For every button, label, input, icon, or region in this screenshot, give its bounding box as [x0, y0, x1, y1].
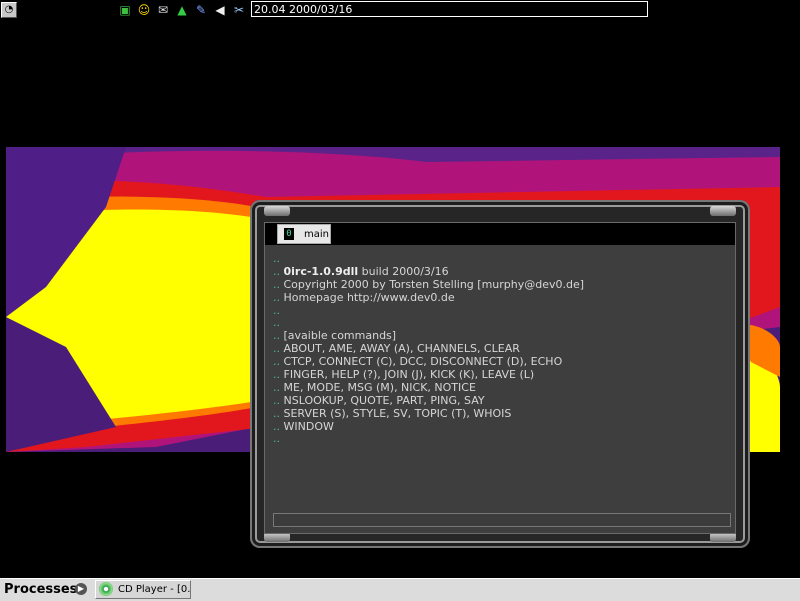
line-text: FINGER, HELP (?), JOIN (J), KICK (K), LE… [283, 368, 535, 382]
chat-line: .. WINDOW [273, 419, 728, 434]
line-text: CTCP, CONNECT (C), DCC, DISCONNECT (D), … [283, 355, 563, 369]
line-marker: .. [273, 432, 280, 446]
chat-line: .. Homepage http://www.dev0.de [273, 290, 728, 305]
command-input[interactable] [273, 513, 731, 527]
line-text: Copyright 2000 by Torsten Stelling [murp… [283, 277, 585, 291]
chat-line: .. [273, 303, 728, 318]
irc-window[interactable]: 0 main .. .. 0irc-1.0.9dll build 2000/3/… [250, 200, 750, 548]
line-marker: .. [273, 303, 280, 317]
line-marker: .. [273, 290, 280, 304]
line-text: SERVER (S), STYLE, SV, TOPIC (T), WHOIS [283, 406, 512, 420]
start-button[interactable]: ◔ [1, 2, 17, 18]
line-marker: .. [273, 329, 280, 343]
line-marker: .. [273, 419, 280, 433]
taskbar-item-label: CD Player - [0... [118, 584, 191, 595]
line-text: NSLOOKUP, QUOTE, PART, PING, SAY [283, 393, 485, 407]
clock-display: 20.04 2000/03/16 [251, 1, 648, 17]
line-text: ME, MODE, MSG (M), NICK, NOTICE [283, 380, 476, 394]
tab-main[interactable]: 0 main [277, 224, 331, 244]
line-marker: .. [273, 393, 280, 407]
edit-icon[interactable]: ✎ [193, 2, 209, 18]
line-text: [avaible commands] [283, 329, 397, 343]
system-tray: ▣ ☺ ✉ ▲ ✎ ◀ ✂ [117, 2, 247, 18]
line-marker: .. [273, 355, 280, 369]
line-text: WINDOW [283, 419, 334, 433]
line-marker: .. [273, 406, 280, 420]
mail-icon[interactable]: ✉ [155, 2, 171, 18]
line-marker: .. [273, 342, 280, 356]
network-icon[interactable]: ▣ [117, 2, 133, 18]
top-bar: ◔ ▣ ☺ ✉ ▲ ✎ ◀ ✂ 20.04 2000/03/16 [0, 0, 800, 20]
plugin-icon[interactable]: ✂ [231, 2, 247, 18]
line-text: Homepage http://www.dev0.de [283, 290, 455, 304]
processes-label[interactable]: Processes [4, 582, 77, 597]
line-marker: .. [273, 380, 280, 394]
tree-icon[interactable]: ▲ [174, 2, 190, 18]
taskbar-item-cd-player[interactable]: CD Player - [0... [95, 580, 191, 599]
irc-content-area: 0 main .. .. 0irc-1.0.9dll build 2000/3/… [264, 222, 736, 534]
tab-label: main [304, 229, 329, 240]
cd-icon [99, 582, 113, 596]
taskbar: Processes ▶ CD Player - [0... [0, 578, 800, 601]
window-corner-top-right [710, 206, 736, 216]
tab-number: 0 [284, 228, 294, 240]
line-marker: .. [273, 277, 280, 291]
tab-bar: 0 main [265, 223, 735, 245]
line-text: build 2000/3/16 [358, 264, 449, 278]
line-marker: .. [273, 368, 280, 382]
arrow-right-icon[interactable]: ▶ [75, 583, 87, 595]
line-marker: .. [273, 252, 280, 265]
window-corner-top-left [264, 206, 290, 216]
volume-icon[interactable]: ◀ [212, 2, 228, 18]
chat-line: .. SERVER (S), STYLE, SV, TOPIC (T), WHO… [273, 406, 728, 421]
chat-output: .. .. 0irc-1.0.9dll build 2000/3/16.. Co… [273, 252, 728, 446]
line-text: ABOUT, AME, AWAY (A), CHANNELS, CLEAR [283, 342, 520, 356]
line-marker: .. [273, 264, 280, 278]
line-marker: .. [273, 316, 280, 330]
smiley-icon[interactable]: ☺ [136, 2, 152, 18]
chat-line: .. [273, 433, 728, 446]
client-name: 0irc-1.0.9dll [283, 264, 359, 278]
